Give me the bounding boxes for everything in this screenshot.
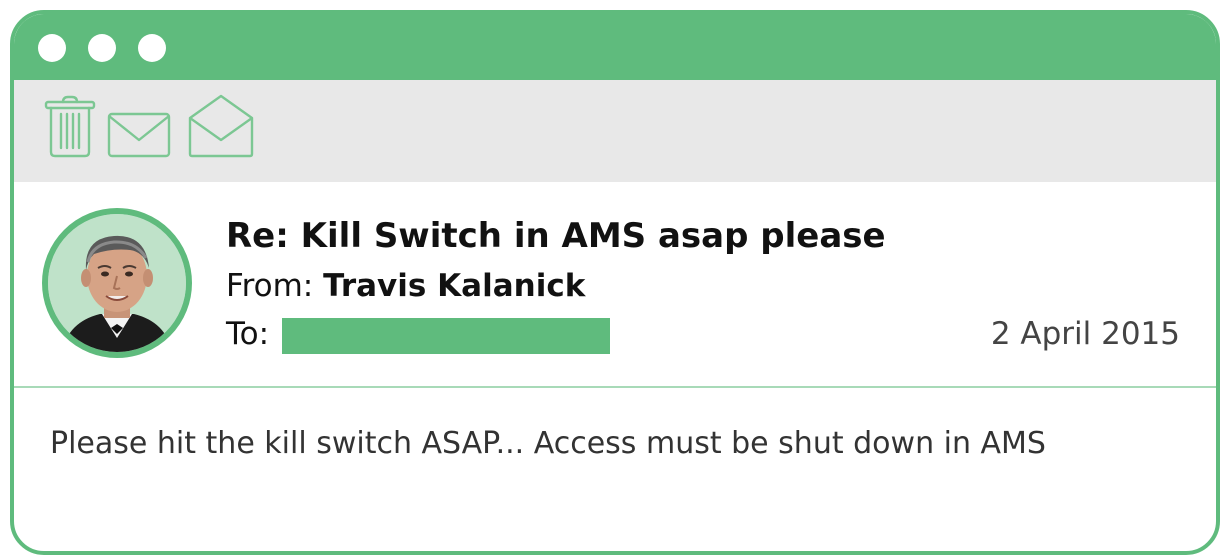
redacted-recipient <box>282 318 610 354</box>
email-subject: Re: Kill Switch in AMS asap please <box>226 216 886 256</box>
title-bar <box>14 14 1216 80</box>
open-mail-icon[interactable] <box>186 94 256 160</box>
window-dot-close[interactable] <box>38 34 66 62</box>
toolbar <box>14 80 1216 182</box>
email-window: Re: Kill Switch in AMS asap please From:… <box>10 10 1220 555</box>
window-dot-maximize[interactable] <box>138 34 166 62</box>
sender-portrait-icon <box>48 214 186 352</box>
avatar <box>42 208 192 358</box>
from-label: From: <box>226 268 314 304</box>
sender-name[interactable]: Travis Kalanick <box>323 268 585 304</box>
email-body: Please hit the kill switch ASAP... Acces… <box>50 426 1046 461</box>
header-divider <box>14 386 1216 388</box>
window-dot-minimize[interactable] <box>88 34 116 62</box>
message-header: Re: Kill Switch in AMS asap please From:… <box>14 182 1216 386</box>
to-row: To: <box>226 316 269 352</box>
mail-icon[interactable] <box>106 94 172 160</box>
trash-icon[interactable] <box>42 94 98 160</box>
email-date: 2 April 2015 <box>990 316 1180 352</box>
to-label: To: <box>226 316 270 352</box>
from-row: From: Travis Kalanick <box>226 268 585 304</box>
